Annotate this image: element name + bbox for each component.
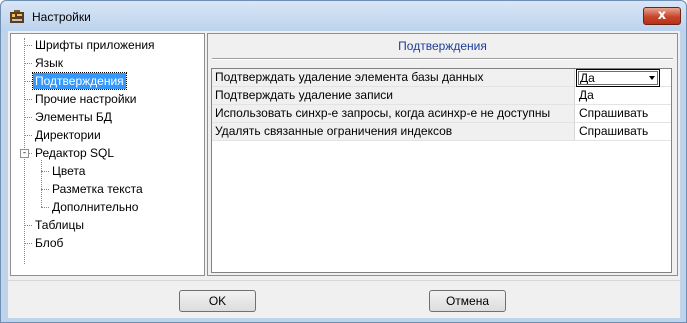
tree-item-directories[interactable]: Директории bbox=[33, 127, 103, 143]
collapse-icon[interactable]: - bbox=[20, 149, 29, 158]
title-bar[interactable]: Настройки x bbox=[1, 1, 686, 31]
ok-button[interactable]: OK bbox=[179, 290, 256, 312]
tree-item-other-settings[interactable]: Прочие настройки bbox=[33, 91, 138, 107]
tree-item-blob[interactable]: Блоб bbox=[33, 235, 65, 251]
dialog-client-area: - Шрифты приложения Язык Подтверждения П… bbox=[8, 31, 680, 318]
tree-connector bbox=[24, 45, 32, 46]
close-button[interactable]: x bbox=[643, 7, 681, 25]
tree-item-db-elements[interactable]: Элементы БД bbox=[33, 109, 114, 125]
property-name: Подтверждать удаление записи bbox=[212, 87, 575, 104]
property-row[interactable]: Подтверждать удаление записи Да bbox=[212, 87, 671, 105]
tree-item-colors[interactable]: Цвета bbox=[50, 163, 87, 179]
confirmations-panel: Подтверждения Подтверждать удаление элем… bbox=[207, 33, 678, 276]
tree-connector bbox=[41, 171, 49, 172]
dropdown-value: Да bbox=[580, 71, 595, 85]
property-grid: Подтверждать удаление элемента базы данн… bbox=[211, 68, 672, 273]
property-value[interactable]: Спрашивать bbox=[576, 123, 671, 140]
tree-connector bbox=[24, 225, 32, 226]
tree-item-fonts[interactable]: Шрифты приложения bbox=[33, 37, 157, 53]
property-row[interactable]: Удалять связанные ограничения индексов С… bbox=[212, 123, 671, 141]
tree-connector bbox=[24, 99, 32, 100]
tree-connector bbox=[24, 117, 32, 118]
button-bar-divider bbox=[8, 280, 680, 281]
cancel-button[interactable]: Отмена bbox=[429, 290, 506, 312]
settings-tree[interactable]: - Шрифты приложения Язык Подтверждения П… bbox=[10, 33, 205, 276]
tree-item-additional[interactable]: Дополнительно bbox=[50, 199, 140, 215]
tree-item-sql-editor[interactable]: Редактор SQL bbox=[33, 145, 116, 161]
property-name: Подтверждать удаление элемента базы данн… bbox=[212, 69, 575, 86]
panel-divider bbox=[212, 58, 673, 60]
tree-connector bbox=[24, 81, 32, 82]
app-icon bbox=[9, 9, 25, 25]
tree-connector bbox=[41, 160, 42, 207]
property-value[interactable]: Да bbox=[576, 87, 671, 104]
property-value[interactable]: Спрашивать bbox=[576, 105, 671, 122]
property-name: Использовать синхр-е запросы, когда асин… bbox=[212, 105, 575, 122]
property-name: Удалять связанные ограничения индексов bbox=[212, 123, 575, 140]
tree-connector bbox=[41, 189, 49, 190]
tree-connector bbox=[24, 135, 32, 136]
window-title: Настройки bbox=[32, 10, 91, 24]
tree-item-language[interactable]: Язык bbox=[33, 55, 65, 71]
tree-connector bbox=[24, 63, 32, 64]
settings-dialog: Настройки x - Шрифты приложения Язык Под… bbox=[0, 0, 687, 323]
close-icon: x bbox=[657, 8, 667, 23]
property-row[interactable]: Подтверждать удаление элемента базы данн… bbox=[212, 69, 671, 87]
panel-title: Подтверждения bbox=[398, 39, 487, 53]
tree-item-confirmations[interactable]: Подтверждения bbox=[32, 72, 127, 90]
chevron-down-icon[interactable] bbox=[649, 76, 655, 80]
property-row[interactable]: Использовать синхр-е запросы, когда асин… bbox=[212, 105, 671, 123]
tree-connector bbox=[29, 153, 32, 154]
tree-connector bbox=[24, 243, 32, 244]
tree-item-text-markup[interactable]: Разметка текста bbox=[50, 181, 145, 197]
tree-item-tables[interactable]: Таблицы bbox=[33, 217, 86, 233]
property-value-dropdown[interactable]: Да bbox=[576, 69, 660, 87]
tree-connector bbox=[41, 207, 49, 208]
